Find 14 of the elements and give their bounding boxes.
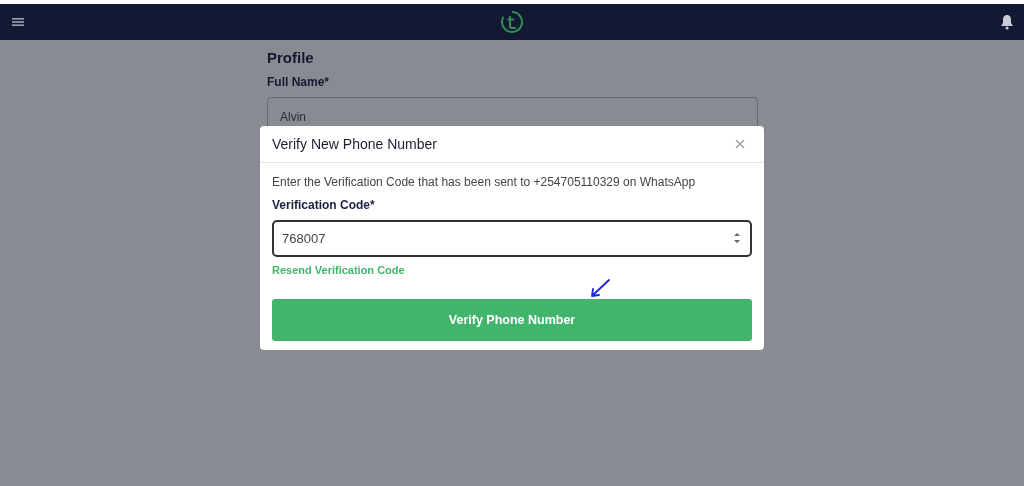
modal-title: Verify New Phone Number [272, 136, 437, 152]
logo-icon[interactable] [500, 10, 524, 34]
spinner-icon[interactable] [733, 231, 741, 245]
field-label: Verification Code* [272, 198, 376, 212]
annotation-arrow [589, 279, 611, 299]
input-field[interactable]: 768007 [272, 220, 752, 257]
resend-link[interactable]: Resend Verification Code [272, 264, 405, 276]
verify-button[interactable]: Verify Phone Number [272, 299, 752, 341]
field-label: Full Name* [267, 75, 330, 89]
instruction-text: Enter the Verification Code that has been sent to +254705110329 on WhatsApp [272, 175, 697, 189]
page-title: Profile [267, 49, 315, 66]
notification-bell-icon[interactable] [1000, 14, 1014, 30]
menu-icon[interactable] [12, 17, 24, 27]
close-icon[interactable] [735, 139, 745, 149]
